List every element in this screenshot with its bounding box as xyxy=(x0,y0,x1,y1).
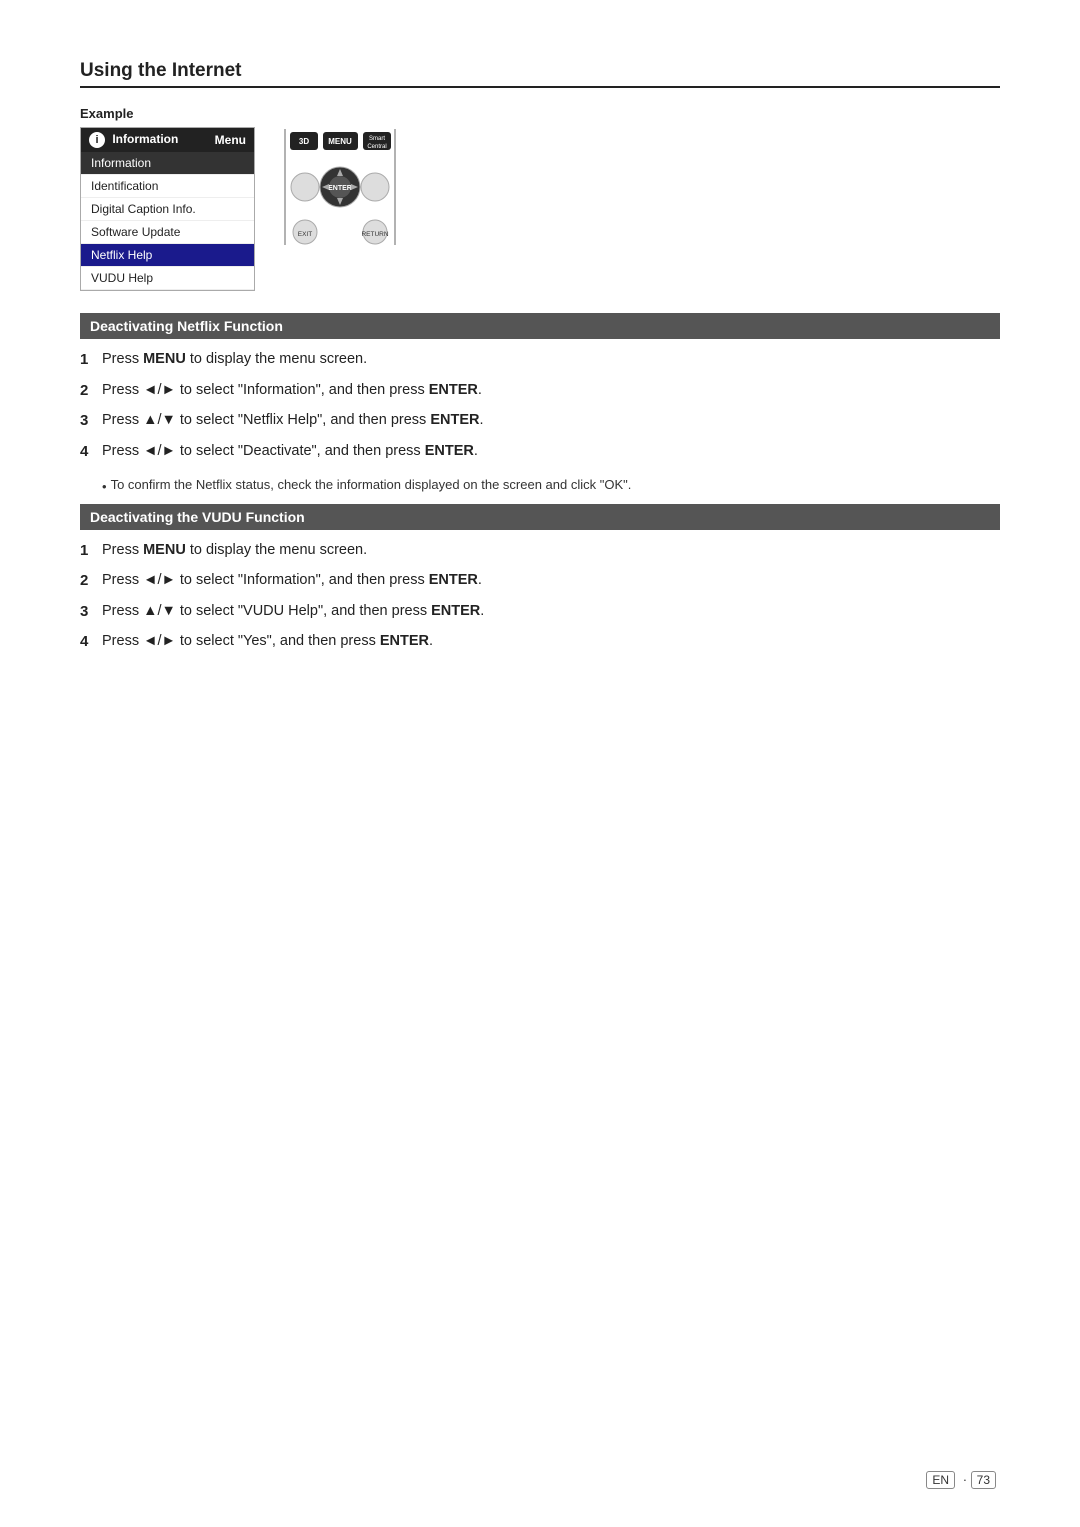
menu-mockup: i Information Menu Information Identific… xyxy=(80,127,255,291)
page-title: Using the Internet xyxy=(80,60,1000,82)
netflix-step-4: 4 Press ◄/► to select "Deactivate", and … xyxy=(80,441,1000,464)
netflix-step-1: 1 Press MENU to display the menu screen. xyxy=(80,349,1000,372)
menu-item-2: Digital Caption Info. xyxy=(81,198,254,221)
netflix-note: • To confirm the Netflix status, check t… xyxy=(102,477,1000,498)
page-container: Using the Internet Example i Information… xyxy=(0,0,1080,728)
example-area: i Information Menu Information Identific… xyxy=(80,127,1000,291)
enter-label: ENTER xyxy=(328,185,352,192)
btn-smart-central-label: Smart xyxy=(369,136,385,142)
menu-item-4: Netflix Help xyxy=(81,244,254,267)
example-label: Example xyxy=(80,106,1000,121)
menu-header-label: Information xyxy=(112,132,178,146)
netflix-step-3: 3 Press ▲/▼ to select "Netflix Help", an… xyxy=(80,410,1000,433)
vudu-step-4: 4 Press ◄/► to select "Yes", and then pr… xyxy=(80,631,1000,654)
page-footer: EN · 73 xyxy=(926,1472,1000,1487)
circle-left xyxy=(291,173,319,201)
footer-lang: EN xyxy=(926,1471,955,1489)
menu-item-5: VUDU Help xyxy=(81,267,254,290)
return-label: RETURN xyxy=(361,231,388,238)
footer-page-number: 73 xyxy=(971,1471,996,1489)
vudu-section-title: Deactivating the VUDU Function xyxy=(80,504,1000,530)
vudu-steps: 1 Press MENU to display the menu screen.… xyxy=(80,540,1000,654)
menu-item-0: Information xyxy=(81,152,254,175)
info-icon: i xyxy=(89,132,105,148)
vudu-step-2: 2 Press ◄/► to select "Information", and… xyxy=(80,570,1000,593)
vudu-step-1: 1 Press MENU to display the menu screen. xyxy=(80,540,1000,563)
exit-label: EXIT xyxy=(298,231,312,238)
remote-mockup: 3D MENU Smart Central ENTER xyxy=(275,127,405,251)
menu-header-menu: Menu xyxy=(215,133,246,147)
netflix-section-title: Deactivating Netflix Function xyxy=(80,313,1000,339)
btn-smart-central-label2: Central xyxy=(367,144,386,150)
menu-header: i Information Menu xyxy=(81,128,254,152)
menu-item-3: Software Update xyxy=(81,221,254,244)
btn-3d-label: 3D xyxy=(299,137,309,146)
circle-right xyxy=(361,173,389,201)
netflix-steps: 1 Press MENU to display the menu screen.… xyxy=(80,349,1000,463)
netflix-step-2: 2 Press ◄/► to select "Information", and… xyxy=(80,380,1000,403)
btn-menu-label: MENU xyxy=(328,137,352,146)
vudu-step-3: 3 Press ▲/▼ to select "VUDU Help", and t… xyxy=(80,601,1000,624)
menu-item-1: Identification xyxy=(81,175,254,198)
section-header: Using the Internet xyxy=(80,60,1000,88)
remote-svg: 3D MENU Smart Central ENTER xyxy=(275,127,405,247)
